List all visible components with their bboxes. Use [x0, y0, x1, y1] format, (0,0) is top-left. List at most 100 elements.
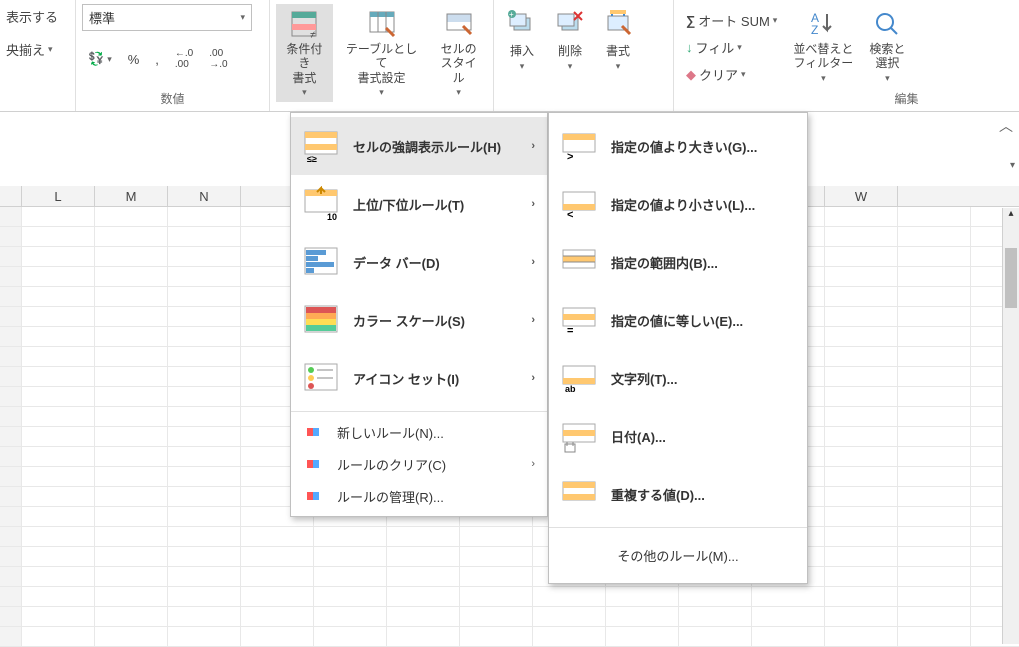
row-header[interactable] — [0, 267, 22, 286]
cell[interactable] — [168, 447, 241, 466]
row-header[interactable] — [0, 627, 22, 646]
find-select-button[interactable]: 検索と 選択 ▾ — [863, 4, 911, 88]
cell[interactable] — [825, 507, 898, 526]
cell[interactable] — [22, 347, 95, 366]
cell[interactable] — [679, 627, 752, 646]
vertical-scrollbar[interactable]: ▴ — [1002, 208, 1019, 644]
fill-button[interactable]: ↓ フィル ▾ — [680, 35, 783, 60]
row-header[interactable] — [0, 587, 22, 606]
cell[interactable] — [679, 607, 752, 626]
row-header[interactable] — [0, 427, 22, 446]
insert-button[interactable]: + 挿入 ▾ — [500, 4, 544, 76]
cell[interactable] — [168, 467, 241, 486]
row-header[interactable] — [0, 507, 22, 526]
cell[interactable] — [825, 487, 898, 506]
cell[interactable] — [22, 207, 95, 226]
row-header[interactable] — [0, 547, 22, 566]
cell[interactable] — [606, 627, 679, 646]
cell[interactable] — [241, 587, 314, 606]
cell[interactable] — [22, 527, 95, 546]
cell[interactable] — [22, 587, 95, 606]
cell[interactable] — [752, 587, 825, 606]
more-rules-item[interactable]: その他のルール(M)... — [549, 532, 807, 579]
cell[interactable] — [898, 627, 971, 646]
decrease-decimal-button[interactable]: .00→.0 — [203, 45, 233, 73]
cell[interactable] — [898, 307, 971, 326]
name-box-dropdown[interactable]: ▾ — [1010, 160, 1015, 171]
cell[interactable] — [898, 487, 971, 506]
cell[interactable] — [460, 547, 533, 566]
top-bottom-rules-item[interactable]: 10 上位/下位ルール(T) › — [291, 175, 547, 233]
cell[interactable] — [95, 567, 168, 586]
cell[interactable] — [22, 627, 95, 646]
select-all-corner[interactable] — [0, 186, 22, 206]
clear-button[interactable]: ◆ クリア ▾ — [680, 62, 783, 87]
cell[interactable] — [898, 287, 971, 306]
cell[interactable] — [22, 447, 95, 466]
row-header[interactable] — [0, 247, 22, 266]
cell[interactable] — [314, 607, 387, 626]
cell[interactable] — [95, 267, 168, 286]
cell[interactable] — [241, 527, 314, 546]
cell[interactable] — [898, 447, 971, 466]
cell[interactable] — [22, 367, 95, 386]
cell[interactable] — [898, 347, 971, 366]
row-header[interactable] — [0, 327, 22, 346]
number-format-combo[interactable]: 標準 ▾ — [82, 4, 252, 31]
cell[interactable] — [22, 287, 95, 306]
cell[interactable] — [168, 247, 241, 266]
cell[interactable] — [460, 627, 533, 646]
col-header[interactable]: N — [168, 186, 241, 206]
cell[interactable] — [825, 407, 898, 426]
row-header[interactable] — [0, 367, 22, 386]
cell[interactable] — [898, 207, 971, 226]
cell[interactable] — [387, 547, 460, 566]
cell[interactable] — [606, 587, 679, 606]
cell[interactable] — [168, 567, 241, 586]
cell[interactable] — [825, 467, 898, 486]
cell[interactable] — [168, 367, 241, 386]
cell[interactable] — [679, 587, 752, 606]
cell[interactable] — [241, 627, 314, 646]
cell[interactable] — [168, 227, 241, 246]
cell[interactable] — [825, 387, 898, 406]
cell[interactable] — [898, 387, 971, 406]
cell[interactable] — [825, 227, 898, 246]
wrap-text-button[interactable]: 表示する — [0, 4, 64, 29]
cell[interactable] — [168, 267, 241, 286]
cell[interactable] — [387, 527, 460, 546]
cell[interactable] — [533, 607, 606, 626]
data-bars-item[interactable]: データ バー(D) › — [291, 233, 547, 291]
cell[interactable] — [168, 207, 241, 226]
cell[interactable] — [168, 407, 241, 426]
cell[interactable] — [825, 587, 898, 606]
cell[interactable] — [95, 487, 168, 506]
manage-rules-item[interactable]: ルールの管理(R)... — [291, 480, 547, 512]
greater-than-item[interactable]: > 指定の値より大きい(G)... — [549, 117, 807, 175]
cell[interactable] — [898, 547, 971, 566]
cell[interactable] — [95, 227, 168, 246]
cell[interactable] — [752, 607, 825, 626]
equal-to-item[interactable]: = 指定の値に等しい(E)... — [549, 291, 807, 349]
cell[interactable] — [387, 567, 460, 586]
text-contains-item[interactable]: ab 文字列(T)... — [549, 349, 807, 407]
format-button[interactable]: 書式 ▾ — [596, 4, 640, 76]
cell[interactable] — [95, 247, 168, 266]
cell[interactable] — [825, 207, 898, 226]
cell[interactable] — [898, 467, 971, 486]
cell[interactable] — [825, 287, 898, 306]
cell[interactable] — [314, 587, 387, 606]
cell[interactable] — [533, 627, 606, 646]
clear-rules-item[interactable]: ルールのクリア(C) › — [291, 448, 547, 480]
cell[interactable] — [95, 207, 168, 226]
cell[interactable] — [22, 247, 95, 266]
cell[interactable] — [22, 407, 95, 426]
cell[interactable] — [898, 567, 971, 586]
cell[interactable] — [95, 307, 168, 326]
cell[interactable] — [168, 627, 241, 646]
row-header[interactable] — [0, 307, 22, 326]
cell[interactable] — [22, 507, 95, 526]
currency-button[interactable]: 💱▾ — [82, 48, 118, 70]
row-header[interactable] — [0, 447, 22, 466]
cell[interactable] — [460, 527, 533, 546]
